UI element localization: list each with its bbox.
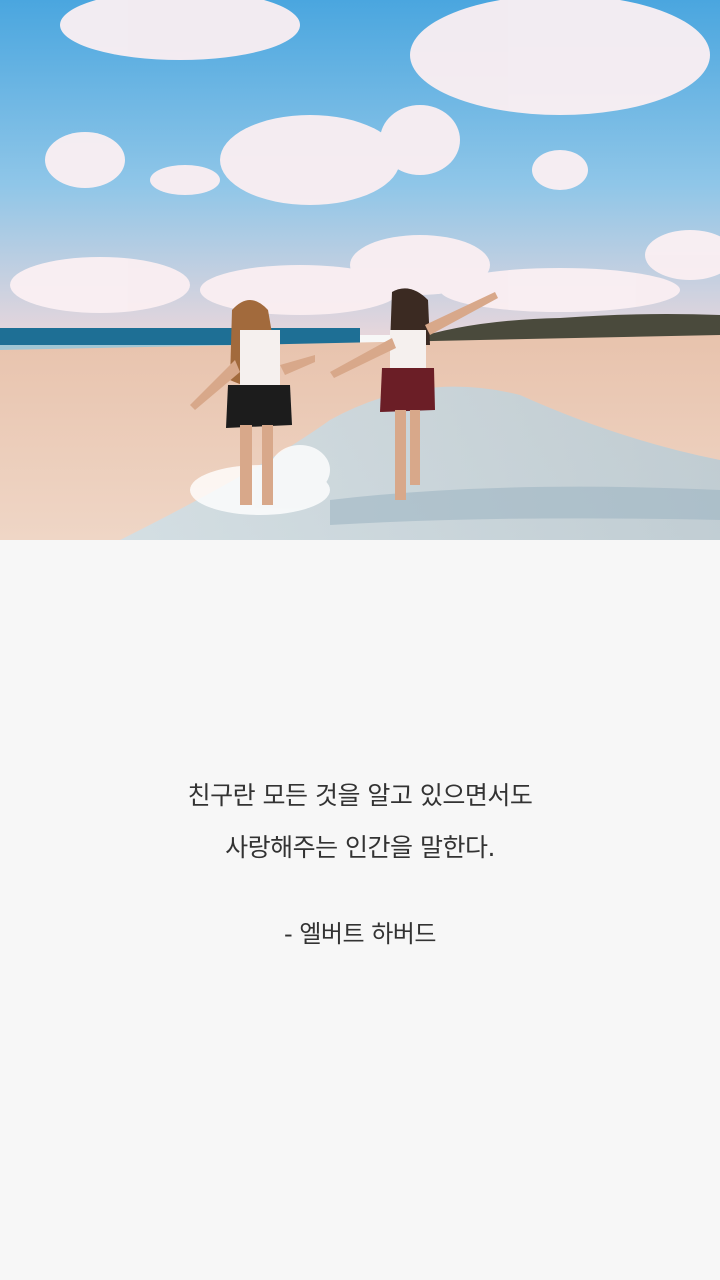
quote-line-1: 친구란 모든 것을 알고 있으면서도 bbox=[187, 781, 533, 810]
quote-card: 친구란 모든 것을 알고 있으면서도 사랑해주는 인간을 말한다. - 엘버트 … bbox=[0, 0, 720, 1280]
quote-block: 친구란 모든 것을 알고 있으면서도 사랑해주는 인간을 말한다. - 엘버트 … bbox=[0, 770, 720, 954]
quote-author: - 엘버트 하버드 bbox=[284, 920, 436, 948]
quote-line-2: 사랑해주는 인간을 말한다. bbox=[225, 833, 495, 862]
beach-photo bbox=[0, 0, 720, 540]
